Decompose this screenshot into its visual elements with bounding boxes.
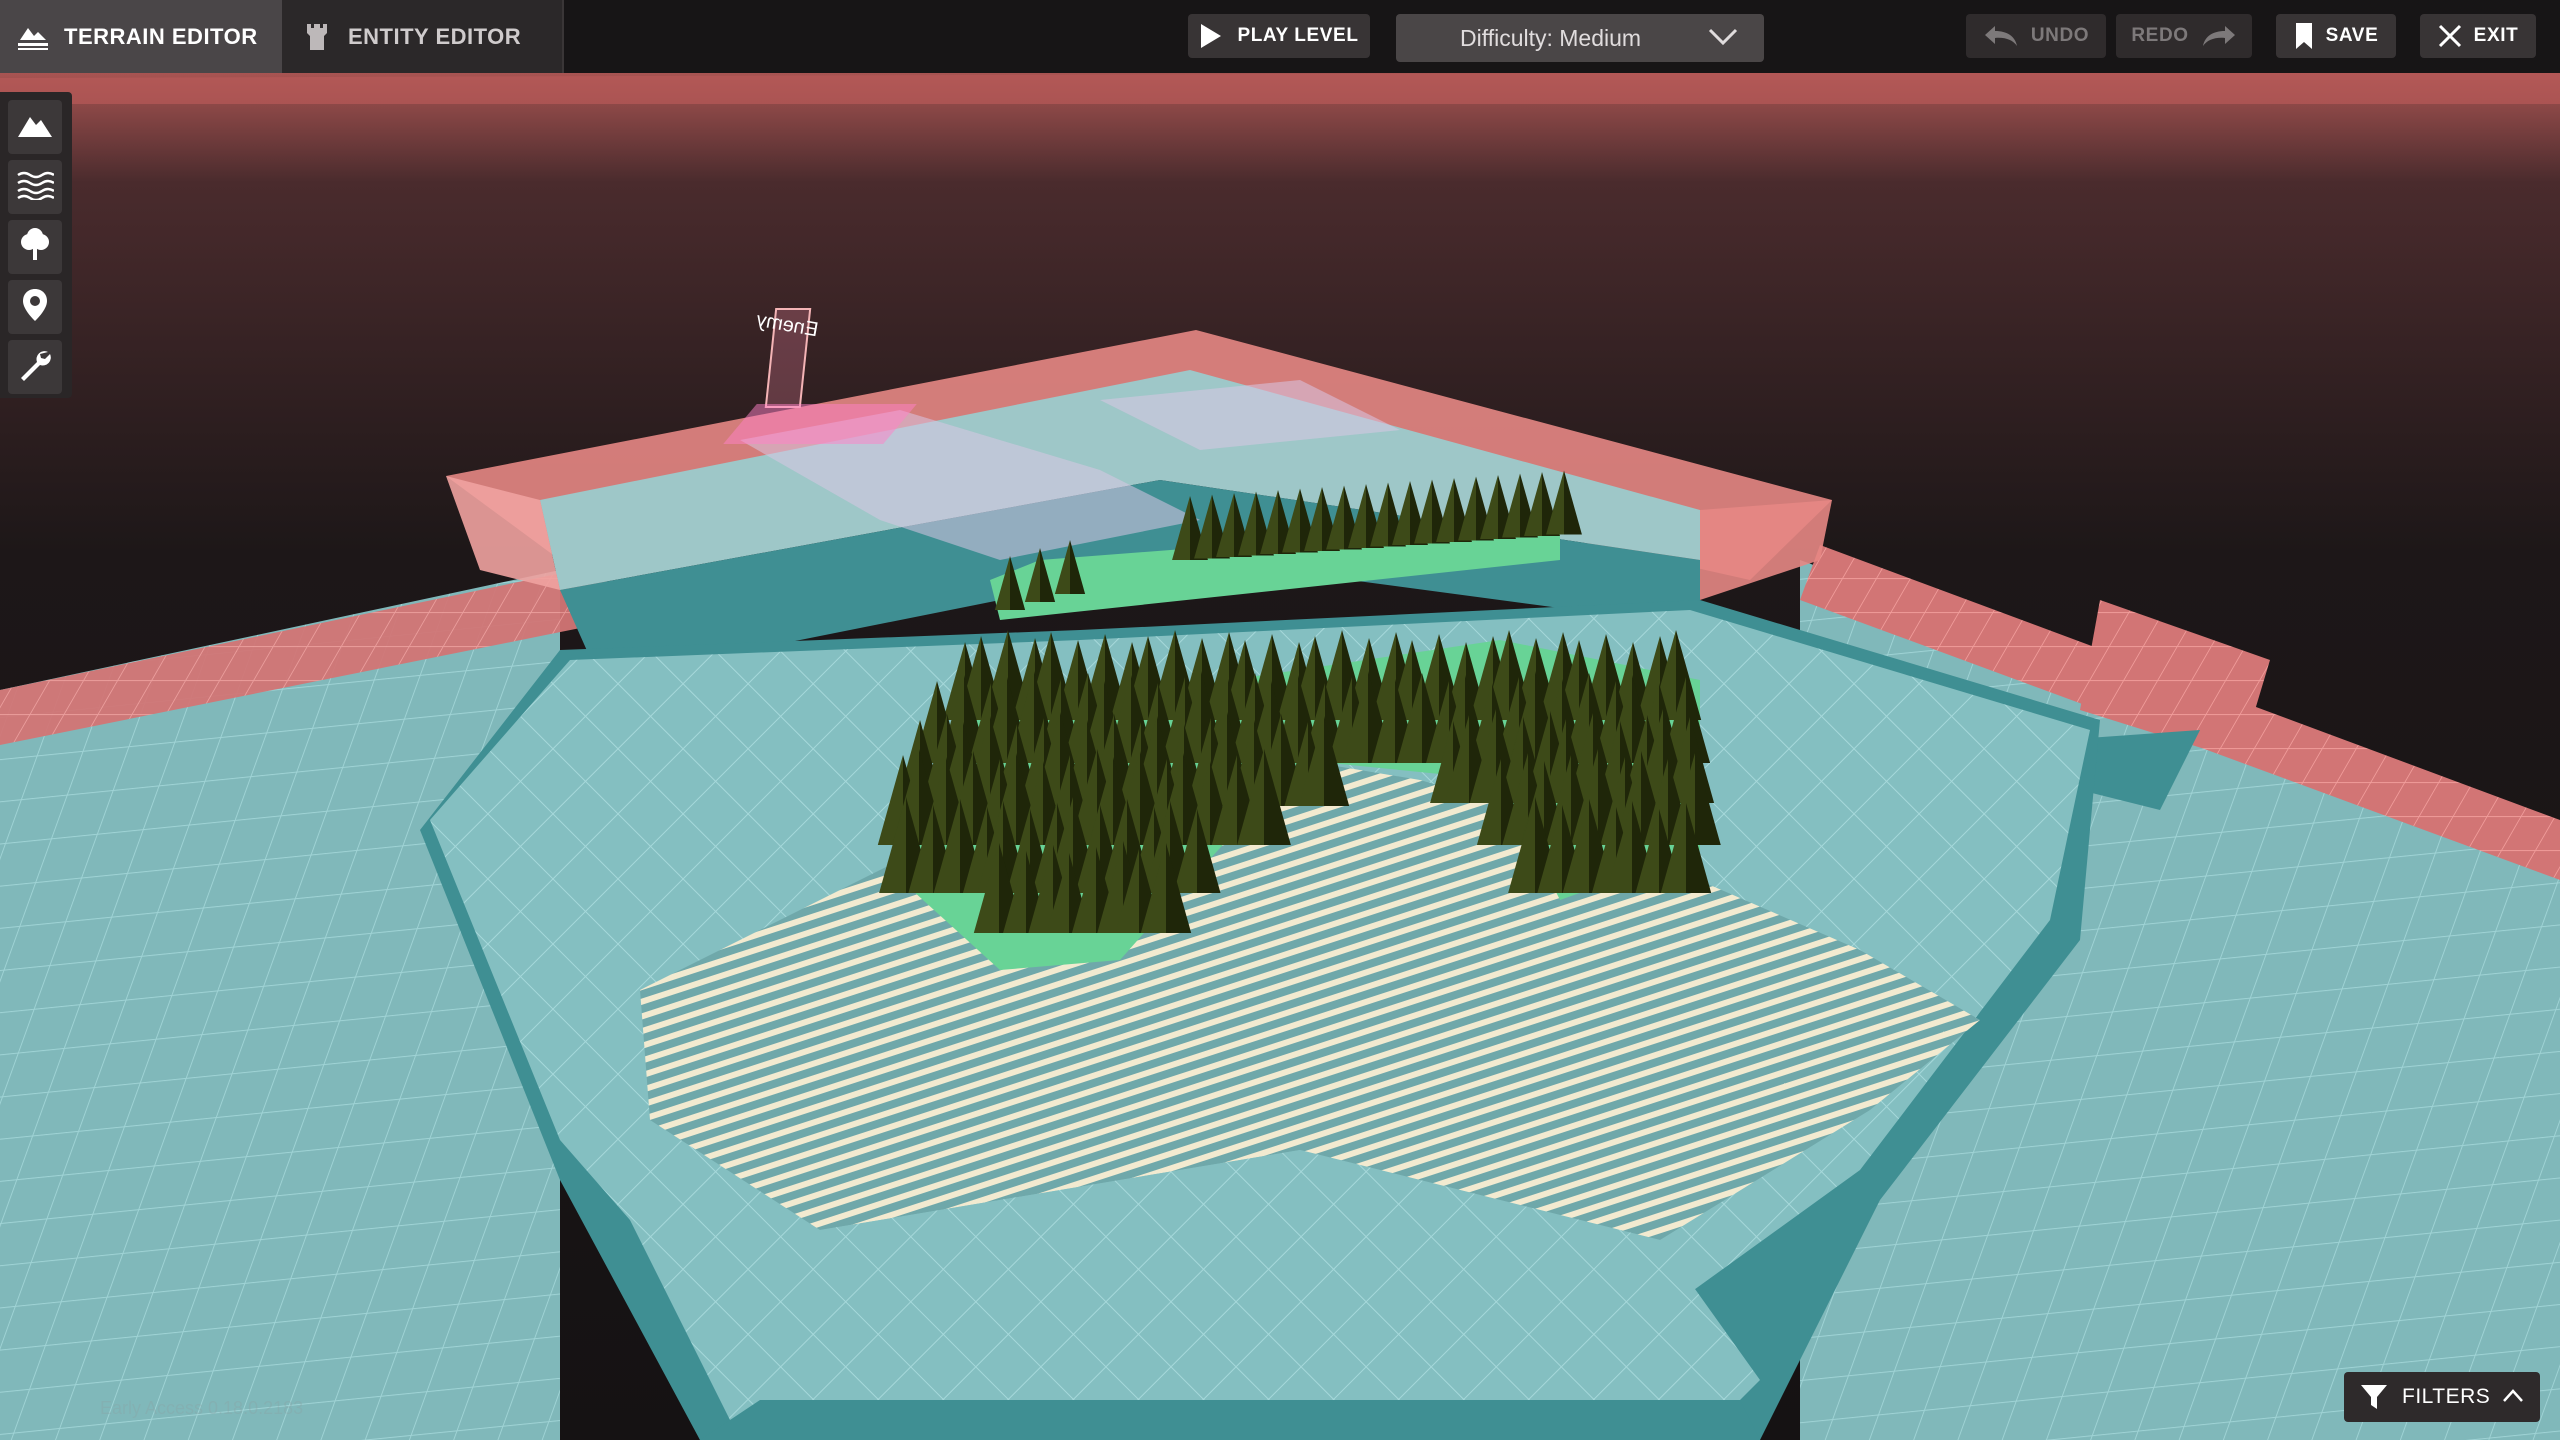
difficulty-label: Difficulty: Medium	[1460, 24, 1642, 51]
bookmark-icon	[2294, 22, 2314, 50]
terrain-icon	[18, 22, 48, 52]
tab-entity-editor[interactable]: ENTITY EDITOR	[282, 0, 564, 73]
tool-settings[interactable]	[8, 340, 62, 394]
play-icon	[1199, 23, 1223, 49]
conifer-tree	[1546, 470, 1582, 535]
undo-arrow-icon	[1983, 24, 2019, 48]
filters-button[interactable]: FILTERS	[2344, 1372, 2540, 1422]
castle-tower-icon	[302, 22, 332, 52]
exit-button[interactable]: EXIT	[2420, 14, 2536, 58]
undo-button[interactable]: UNDO	[1966, 14, 2106, 58]
tool-water[interactable]	[8, 160, 62, 214]
forest	[877, 470, 1721, 933]
play-level-label: PLAY LEVEL	[1237, 25, 1359, 46]
tab-entity-label: ENTITY EDITOR	[348, 23, 522, 49]
redo-label: REDO	[2131, 25, 2189, 46]
chevron-up-icon	[2502, 1386, 2524, 1412]
exit-label: EXIT	[2473, 25, 2519, 46]
undo-label: UNDO	[2030, 25, 2090, 46]
version-text: Early Access 0.18.0.2183	[100, 1398, 304, 1418]
mountain-icon	[16, 111, 54, 144]
wrench-icon	[18, 348, 52, 387]
top-bar: TERRAIN EDITOR ENTITY EDITOR PLAY LEVEL …	[0, 0, 2560, 73]
save-label: SAVE	[2325, 25, 2379, 46]
location-pin-icon	[22, 288, 48, 327]
conifer-tree	[994, 556, 1026, 610]
conifer-tree	[1054, 540, 1086, 594]
enemy-spawn-pad	[723, 404, 917, 444]
waves-icon	[16, 170, 55, 205]
redo-arrow-icon	[2201, 24, 2237, 48]
level-viewport[interactable]: Enemy	[0, 0, 2560, 1440]
save-button[interactable]: SAVE	[2276, 14, 2396, 58]
conifer-tree	[1024, 548, 1056, 602]
difficulty-dropdown[interactable]: Difficulty: Medium	[1396, 14, 1764, 62]
filters-label: FILTERS	[2402, 1385, 2491, 1408]
play-level-button[interactable]: PLAY LEVEL	[1188, 14, 1370, 58]
funnel-icon	[2360, 1383, 2388, 1411]
tab-terrain-label: TERRAIN EDITOR	[64, 23, 258, 49]
tab-terrain-editor[interactable]: TERRAIN EDITOR	[0, 0, 282, 73]
close-icon	[2438, 24, 2462, 48]
redo-button[interactable]: REDO	[2116, 14, 2252, 58]
tree-icon	[18, 227, 52, 267]
chevron-down-icon	[1708, 26, 1738, 53]
tool-palette	[0, 92, 72, 398]
tool-marker[interactable]	[8, 280, 62, 334]
tool-terrain[interactable]	[8, 100, 62, 154]
tool-foliage[interactable]	[8, 220, 62, 274]
